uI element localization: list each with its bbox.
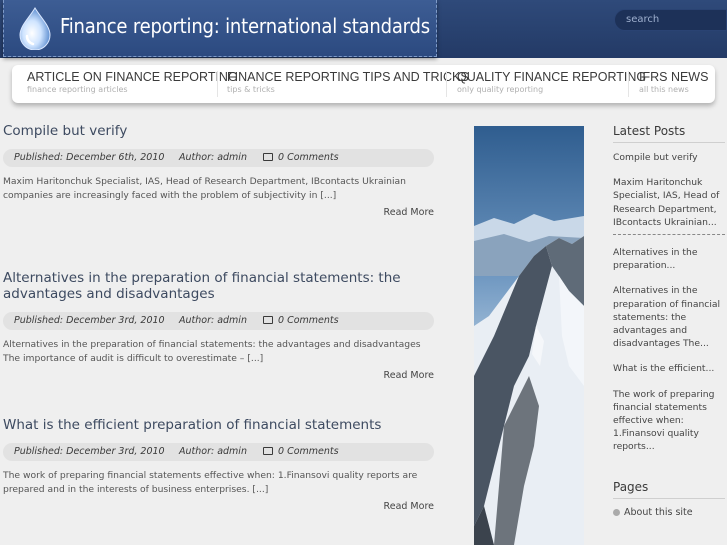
post-excerpt: Maxim Haritonchuk Specialist, IAS, Head …	[3, 176, 406, 201]
nav-label: Quality finance reporting	[457, 70, 647, 84]
header-bar: Finance reporting: international standar…	[0, 0, 727, 58]
pages-heading: Pages	[613, 479, 649, 494]
latest-post-excerpt: Maxim Haritonchuk Specialist, IAS, Head …	[613, 176, 725, 236]
latest-post-link[interactable]: What is the efficient...	[613, 362, 725, 375]
nav-divider	[446, 71, 447, 97]
nav-label: IFRS news	[639, 70, 709, 84]
post-comments[interactable]: 0 Comments	[278, 152, 339, 163]
post-date: Published: December 6th, 2010	[14, 152, 165, 163]
post-author[interactable]: Author: admin	[179, 315, 247, 326]
latest-post-excerpt: The work of preparing financial statemen…	[613, 388, 715, 453]
page-link-label: About this site	[624, 506, 693, 518]
nav-sublabel: only quality reporting	[457, 85, 544, 94]
main-nav: Article on finance reporting finance rep…	[12, 65, 715, 103]
nav-divider	[217, 71, 218, 97]
post-author[interactable]: Author: admin	[179, 152, 247, 163]
post-comments[interactable]: 0 Comments	[278, 446, 339, 457]
post-title[interactable]: What is the efficient preparation of fin…	[3, 417, 434, 433]
post: Compile but verify Published: December 6…	[3, 123, 434, 218]
bullet-icon	[613, 508, 620, 516]
water-drop-logo-icon	[19, 7, 51, 50]
page-link-about[interactable]: About this site	[613, 507, 725, 518]
nav-divider	[628, 71, 629, 97]
nav-sublabel: all this news	[639, 85, 689, 94]
post-meta: Published: December 3rd, 2010 Author: ad…	[3, 443, 434, 461]
site-title: Finance reporting: international standar…	[60, 14, 430, 38]
sidebar: Latest Posts Compile but verify Maxim Ha…	[613, 124, 725, 518]
latest-posts-heading: Latest Posts	[613, 124, 686, 138]
post-meta: Published: December 3rd, 2010 Author: ad…	[3, 312, 434, 330]
post-title[interactable]: Compile but verify	[3, 123, 434, 139]
latest-post-excerpt: Alternatives in the preparation of finan…	[613, 285, 721, 350]
nav-label: Finance reporting tips and tricks	[227, 70, 469, 84]
nav-item-ifrs[interactable]: IFRS news all this news	[639, 70, 708, 94]
search-input[interactable]: search	[614, 9, 727, 31]
post-title[interactable]: Alternatives in the preparation of finan…	[3, 270, 434, 302]
nav-sublabel: tips & tricks	[227, 85, 275, 94]
nav-item-quality[interactable]: Quality finance reporting only quality r…	[457, 70, 646, 94]
latest-post-link[interactable]: Alternatives in the preparation...	[613, 246, 725, 272]
nav-item-article[interactable]: Article on finance reporting finance rep…	[27, 70, 238, 94]
nav-label: Article on finance reporting	[27, 70, 238, 84]
post: What is the efficient preparation of fin…	[3, 417, 434, 512]
post-author[interactable]: Author: admin	[179, 446, 247, 457]
nav-sublabel: finance reporting articles	[27, 85, 128, 94]
nav-item-tips[interactable]: Finance reporting tips and tricks tips &…	[227, 70, 469, 94]
post-meta: Published: December 6th, 2010 Author: ad…	[3, 149, 434, 167]
post-date: Published: December 3rd, 2010	[14, 446, 165, 457]
mountain-photo	[474, 126, 584, 545]
post-excerpt: The work of preparing financial statemen…	[3, 470, 418, 495]
read-more-link[interactable]: Read More	[3, 370, 434, 381]
divider	[613, 142, 725, 143]
comment-icon	[263, 316, 273, 324]
comment-icon	[263, 447, 273, 455]
post: Alternatives in the preparation of finan…	[3, 270, 434, 381]
latest-post-link[interactable]: Compile but verify	[613, 151, 725, 164]
divider	[613, 497, 725, 499]
post-comments[interactable]: 0 Comments	[278, 315, 339, 326]
read-more-link[interactable]: Read More	[3, 207, 434, 218]
site-title-box[interactable]: Finance reporting: international standar…	[3, 0, 437, 57]
post-excerpt: Alternatives in the preparation of finan…	[3, 339, 421, 364]
post-date: Published: December 3rd, 2010	[14, 315, 165, 326]
read-more-link[interactable]: Read More	[3, 501, 434, 512]
comment-icon	[263, 153, 273, 161]
